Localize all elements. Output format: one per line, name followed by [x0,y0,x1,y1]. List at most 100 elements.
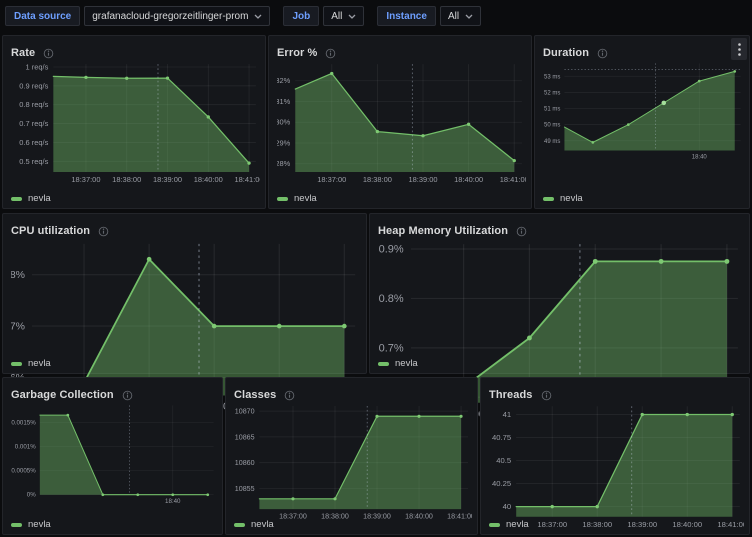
info-icon[interactable] [98,226,109,237]
legend-item[interactable]: nevla [11,519,51,530]
svg-text:0.9%: 0.9% [379,244,404,256]
panel-cpu-utilization: CPU utilization 8%7%6%18:37:0018:38:0018… [2,213,367,374]
svg-text:10860: 10860 [235,459,255,467]
datasource-group: Data source grafanacloud-gregorzeitlinge… [5,6,270,26]
svg-text:18:40:00: 18:40:00 [454,175,483,184]
garbage-collection-chart[interactable]: 0.0015%0.001%0.0005%0%18:40 [11,402,217,505]
job-group: Job All [283,6,364,26]
svg-text:40.5: 40.5 [496,456,511,465]
legend-label: nevla [506,519,529,530]
rate-chart[interactable]: 1 req/s0.9 req/s0.8 req/s0.7 req/s0.6 re… [11,60,260,185]
panel-title[interactable]: Heap Memory Utilization [378,225,508,237]
legend-item[interactable]: nevla [489,519,529,530]
svg-text:10855: 10855 [235,485,255,493]
legend-series-color-icon [11,197,22,201]
svg-text:28%: 28% [277,159,291,168]
svg-text:0.6 req/s: 0.6 req/s [19,138,48,147]
svg-text:0.0015%: 0.0015% [11,419,36,426]
panel-title[interactable]: Rate [11,47,35,59]
panel-title[interactable]: Classes [234,389,276,401]
svg-text:18:37:00: 18:37:00 [279,513,307,521]
classes-chart[interactable]: 1087010865108601085518:37:0018:38:0018:3… [234,402,472,521]
svg-text:31%: 31% [277,97,291,106]
series-area [564,71,734,150]
legend-series-color-icon [489,523,500,527]
instance-label: Instance [377,6,436,26]
svg-text:18:40: 18:40 [165,498,181,505]
svg-text:41: 41 [503,410,512,419]
svg-text:50 ms: 50 ms [544,123,560,129]
info-icon[interactable] [516,226,527,237]
svg-text:18:39:00: 18:39:00 [153,175,182,184]
panel-title[interactable]: Error % [277,47,317,59]
grafana-dashboard: Data source grafanacloud-gregorzeitlinge… [0,0,752,537]
svg-text:18:38:00: 18:38:00 [363,175,392,184]
legend-series-color-icon [378,362,389,366]
legend-label: nevla [28,358,51,369]
svg-text:8%: 8% [11,269,25,281]
instance-group: Instance All [377,6,481,26]
svg-text:0.9 req/s: 0.9 req/s [19,81,48,90]
info-icon[interactable] [597,48,608,59]
svg-text:0%: 0% [27,492,36,499]
series-area [53,76,249,172]
panel-garbage-collection: Garbage Collection 0.0015%0.001%0.0005%0… [2,377,223,535]
svg-text:18:39:00: 18:39:00 [627,520,657,529]
legend-item[interactable]: nevla [543,193,583,204]
legend-item[interactable]: nevla [234,519,274,530]
svg-text:51 ms: 51 ms [544,107,560,113]
instance-value: All [448,11,459,22]
legend-label: nevla [395,358,418,369]
svg-text:53 ms: 53 ms [544,74,560,80]
series-area [40,415,208,495]
svg-text:0.5 req/s: 0.5 req/s [19,157,48,166]
info-icon[interactable] [284,390,295,401]
legend-series-color-icon [277,197,288,201]
svg-text:18:38:00: 18:38:00 [112,175,141,184]
svg-text:30%: 30% [277,118,291,127]
panel-title[interactable]: Duration [543,47,589,59]
info-icon[interactable] [122,390,133,401]
duration-chart[interactable]: 53 ms52 ms51 ms50 ms49 ms18:40 [543,60,744,161]
datasource-label: Data source [5,6,80,26]
legend-series-color-icon [543,197,554,201]
svg-text:18:37:00: 18:37:00 [537,520,567,529]
panel-threads: Threads 4140.7540.540.254018:37:0018:38:… [480,377,750,535]
chevron-down-icon [348,14,356,19]
job-value: All [331,11,342,22]
svg-text:18:39:00: 18:39:00 [363,513,391,521]
panel-menu-kebab-icon[interactable] [731,38,747,60]
panel-title[interactable]: CPU utilization [11,225,90,237]
svg-text:18:40:00: 18:40:00 [672,520,702,529]
svg-text:18:39:00: 18:39:00 [408,175,437,184]
legend-label: nevla [294,193,317,204]
series-area [32,259,344,395]
info-icon[interactable] [325,48,336,59]
threads-chart[interactable]: 4140.7540.540.254018:37:0018:38:0018:39:… [489,402,744,530]
svg-text:18:41:00: 18:41:00 [500,175,526,184]
legend-series-color-icon [11,523,22,527]
datasource-select[interactable]: grafanacloud-gregorzeitlinger-prom [84,6,270,26]
info-icon[interactable] [541,390,552,401]
svg-text:49 ms: 49 ms [544,139,560,145]
svg-text:0.7 req/s: 0.7 req/s [19,119,48,128]
panel-error-percent: Error % 32%31%30%29%28%18:37:0018:38:001… [268,35,532,209]
error-percent-chart[interactable]: 32%31%30%29%28%18:37:0018:38:0018:39:001… [277,60,526,185]
info-icon[interactable] [43,48,54,59]
legend-item[interactable]: nevla [11,193,51,204]
svg-text:18:40: 18:40 [692,154,708,160]
svg-text:40: 40 [503,502,512,511]
svg-text:29%: 29% [277,138,291,147]
panel-title[interactable]: Garbage Collection [11,389,114,401]
legend-item[interactable]: nevla [378,358,418,369]
legend-label: nevla [251,519,274,530]
svg-text:0.0005%: 0.0005% [11,468,36,475]
legend-item[interactable]: nevla [277,193,317,204]
svg-text:10870: 10870 [235,408,255,416]
job-select[interactable]: All [323,6,364,26]
legend-item[interactable]: nevla [11,358,51,369]
legend-series-color-icon [11,362,22,366]
panel-title[interactable]: Threads [489,389,533,401]
variables-toolbar: Data source grafanacloud-gregorzeitlinge… [5,5,481,27]
instance-select[interactable]: All [440,6,481,26]
